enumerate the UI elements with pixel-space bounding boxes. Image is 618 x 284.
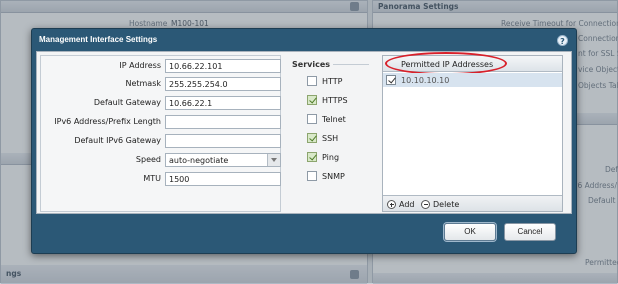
plus-icon — [387, 200, 396, 209]
ipv6-address-row: IPv6 Address/Prefix Length — [41, 115, 282, 129]
services-group: Services HTTP HTTPS Telnet SSH Ping SNMP — [289, 55, 373, 212]
service-snmp-row[interactable]: SNMP — [307, 171, 377, 183]
service-http-checkbox[interactable] — [307, 76, 317, 86]
netmask-input[interactable]: 255.255.254.0 — [165, 77, 281, 91]
add-label: Add — [399, 200, 415, 209]
services-title: Services — [292, 60, 331, 69]
service-ssh-row[interactable]: SSH — [307, 133, 377, 145]
service-snmp-checkbox[interactable] — [307, 171, 317, 181]
row-checkbox[interactable] — [386, 75, 396, 85]
default-gateway-row: Default Gateway 10.66.22.1 — [41, 96, 282, 110]
default-gateway-label: Default Gateway — [93, 98, 161, 107]
service-label: Telnet — [322, 115, 346, 124]
divider — [333, 64, 369, 65]
service-ping-checkbox[interactable] — [307, 152, 317, 162]
service-telnet-checkbox[interactable] — [307, 114, 317, 124]
ip-address-label: IP Address — [119, 61, 161, 70]
highlight-annotation — [385, 52, 507, 75]
service-https-row[interactable]: HTTPS — [307, 95, 377, 107]
speed-select[interactable]: auto-negotiate — [165, 153, 281, 167]
table-row[interactable]: 10.10.10.10 — [383, 73, 562, 87]
minus-icon — [421, 200, 430, 209]
mtu-row: MTU 1500 — [41, 172, 282, 186]
management-interface-dialog: Management Interface Settings ? IP Addre… — [31, 28, 577, 254]
ipv6-gateway-label: Default IPv6 Gateway — [74, 136, 161, 145]
ok-button[interactable]: OK — [444, 223, 496, 241]
delete-button[interactable]: Delete — [421, 199, 459, 210]
delete-label: Delete — [433, 200, 460, 209]
add-button[interactable]: Add — [387, 199, 415, 210]
netmask-label: Netmask — [125, 79, 161, 88]
service-ssh-checkbox[interactable] — [307, 133, 317, 143]
mtu-input[interactable]: 1500 — [165, 172, 281, 186]
ip-address-row: IP Address 10.66.22.101 — [41, 59, 282, 73]
service-http-row[interactable]: HTTP — [307, 76, 377, 88]
dialog-body: IP Address 10.66.22.101 Netmask 255.255.… — [36, 51, 572, 214]
speed-row: Speed auto-negotiate — [41, 153, 282, 167]
help-icon[interactable]: ? — [557, 35, 568, 46]
service-label: HTTP — [322, 77, 343, 86]
service-label: HTTPS — [322, 96, 348, 105]
service-ping-row[interactable]: Ping — [307, 152, 377, 164]
speed-label: Speed — [135, 155, 161, 164]
netmask-row: Netmask 255.255.254.0 — [41, 77, 282, 91]
service-label: SSH — [322, 134, 339, 143]
default-gateway-input[interactable]: 10.66.22.1 — [165, 96, 281, 110]
permitted-ip-value: 10.10.10.10 — [401, 76, 450, 85]
ipv6-address-label: IPv6 Address/Prefix Length — [54, 117, 161, 126]
permitted-ip-panel: Permitted IP Addresses 10.10.10.10 Add D… — [382, 52, 563, 212]
service-https-checkbox[interactable] — [307, 95, 317, 105]
ipv6-gateway-row: Default IPv6 Gateway — [41, 134, 282, 148]
dialog-title: Management Interface Settings — [39, 35, 158, 44]
speed-value: auto-negotiate — [169, 156, 229, 165]
service-label: Ping — [322, 153, 340, 162]
mtu-label: MTU — [143, 174, 161, 183]
ip-address-input[interactable]: 10.66.22.101 — [165, 59, 281, 73]
chevron-down-icon[interactable] — [267, 154, 280, 166]
dialog-footer: OK Cancel — [36, 217, 572, 251]
service-telnet-row[interactable]: Telnet — [307, 114, 377, 126]
ipv6-address-input[interactable] — [165, 115, 281, 129]
service-label: SNMP — [322, 172, 345, 181]
permitted-ip-toolbar: Add Delete — [383, 195, 562, 211]
interface-form: IP Address 10.66.22.101 Netmask 255.255.… — [40, 55, 281, 212]
cancel-button[interactable]: Cancel — [504, 223, 556, 241]
ipv6-gateway-input[interactable] — [165, 134, 281, 148]
